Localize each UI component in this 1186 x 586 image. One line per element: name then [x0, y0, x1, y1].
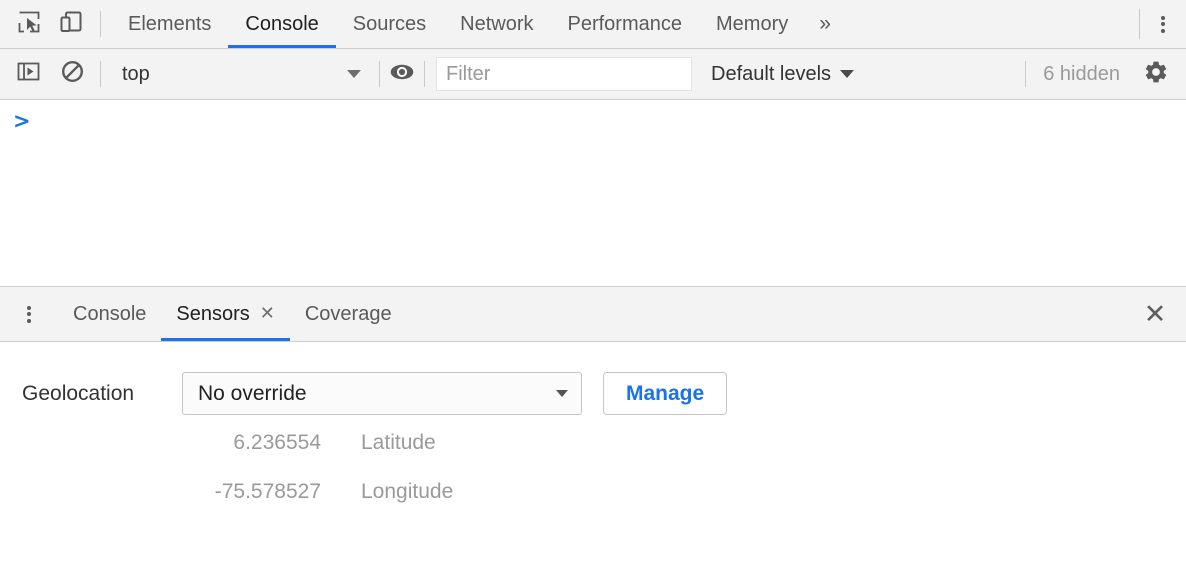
tab-elements[interactable]: Elements [111, 0, 228, 48]
console-filter-input[interactable]: Filter [436, 57, 692, 91]
main-menu-button[interactable] [1140, 0, 1186, 48]
drawer-tabbar: Console Sensors ✕ Coverage ✕ [0, 287, 1186, 342]
manage-locations-button[interactable]: Manage [603, 372, 727, 415]
chevron-down-icon [347, 70, 361, 78]
geolocation-row: Geolocation No override Manage [0, 372, 1186, 415]
close-icon[interactable]: ✕ [260, 305, 275, 323]
drawer-tab-console[interactable]: Console [58, 287, 161, 341]
more-tabs-button[interactable]: » [805, 0, 845, 48]
device-toolbar-icon [58, 9, 84, 40]
latitude-row: 6.236554 Latitude [0, 431, 1186, 455]
longitude-input[interactable]: -75.578527 [182, 480, 337, 504]
longitude-row: -75.578527 Longitude [0, 480, 1186, 504]
console-output-area[interactable]: > [0, 100, 1186, 286]
device-toolbar-toggle-button[interactable] [50, 0, 92, 48]
drawer-tab-coverage[interactable]: Coverage [290, 287, 407, 341]
drawer-menu-button[interactable] [0, 287, 58, 341]
sensors-panel: Geolocation No override Manage 6.236554 … [0, 342, 1186, 504]
drawer-tab-sensors-label: Sensors [176, 303, 249, 326]
geolocation-select-value: No override [198, 382, 556, 406]
console-toolbar: top Filter Default levels 6 hidden [0, 49, 1186, 100]
settings-button[interactable] [1134, 49, 1178, 99]
live-expression-button[interactable] [380, 49, 424, 99]
tab-performance[interactable]: Performance [551, 0, 700, 48]
console-toolbar-divider-3 [424, 61, 425, 87]
tab-memory-label: Memory [716, 13, 788, 36]
chevron-double-right-icon: » [819, 12, 831, 36]
console-toolbar-divider-1 [100, 61, 101, 87]
geolocation-label: Geolocation [22, 382, 182, 406]
hidden-messages-count[interactable]: 6 hidden [1026, 63, 1134, 86]
inspect-element-icon [16, 9, 42, 40]
drawer-tab-coverage-label: Coverage [305, 303, 392, 326]
geolocation-select[interactable]: No override [182, 372, 582, 415]
tab-console-label: Console [245, 13, 318, 36]
tab-elements-label: Elements [128, 13, 211, 36]
chevron-down-icon [556, 390, 568, 397]
tab-sources-label: Sources [353, 13, 426, 36]
devtools-main-tabbar: Elements Console Sources Network Perform… [0, 0, 1186, 49]
console-filter-placeholder: Filter [446, 63, 490, 86]
tab-memory[interactable]: Memory [699, 0, 805, 48]
longitude-label: Longitude [337, 480, 453, 504]
close-icon: ✕ [1144, 301, 1167, 328]
gear-icon [1143, 59, 1169, 90]
console-sidebar-icon [16, 59, 41, 89]
manage-button-label: Manage [626, 382, 704, 406]
close-drawer-button[interactable]: ✕ [1124, 287, 1186, 341]
tab-network-label: Network [460, 13, 533, 36]
tab-console[interactable]: Console [228, 0, 335, 48]
eye-icon [389, 62, 415, 87]
execution-context-selector[interactable]: top [109, 57, 371, 91]
tab-sources[interactable]: Sources [336, 0, 443, 48]
prompt-chevron-icon: > [13, 111, 31, 132]
log-level-selector[interactable]: Default levels [698, 57, 866, 91]
console-prompt-row[interactable]: > [13, 111, 31, 132]
clear-console-button[interactable] [50, 49, 94, 99]
log-level-value: Default levels [711, 63, 831, 86]
devtools-drawer: Console Sensors ✕ Coverage ✕ Geolocation… [0, 286, 1186, 585]
inspect-element-button[interactable] [8, 0, 50, 48]
more-vertical-icon [27, 306, 31, 323]
console-sidebar-toggle-button[interactable] [6, 49, 50, 99]
execution-context-value: top [122, 63, 347, 86]
tabbar-divider-1 [100, 11, 101, 37]
tab-performance-label: Performance [568, 13, 683, 36]
latitude-label: Latitude [337, 431, 436, 455]
tab-network[interactable]: Network [443, 0, 550, 48]
clear-console-icon [60, 59, 85, 89]
more-vertical-icon [1161, 16, 1165, 33]
drawer-tab-console-label: Console [73, 303, 146, 326]
drawer-tab-sensors[interactable]: Sensors ✕ [161, 287, 289, 341]
latitude-input[interactable]: 6.236554 [182, 431, 337, 455]
chevron-down-icon [840, 70, 854, 78]
